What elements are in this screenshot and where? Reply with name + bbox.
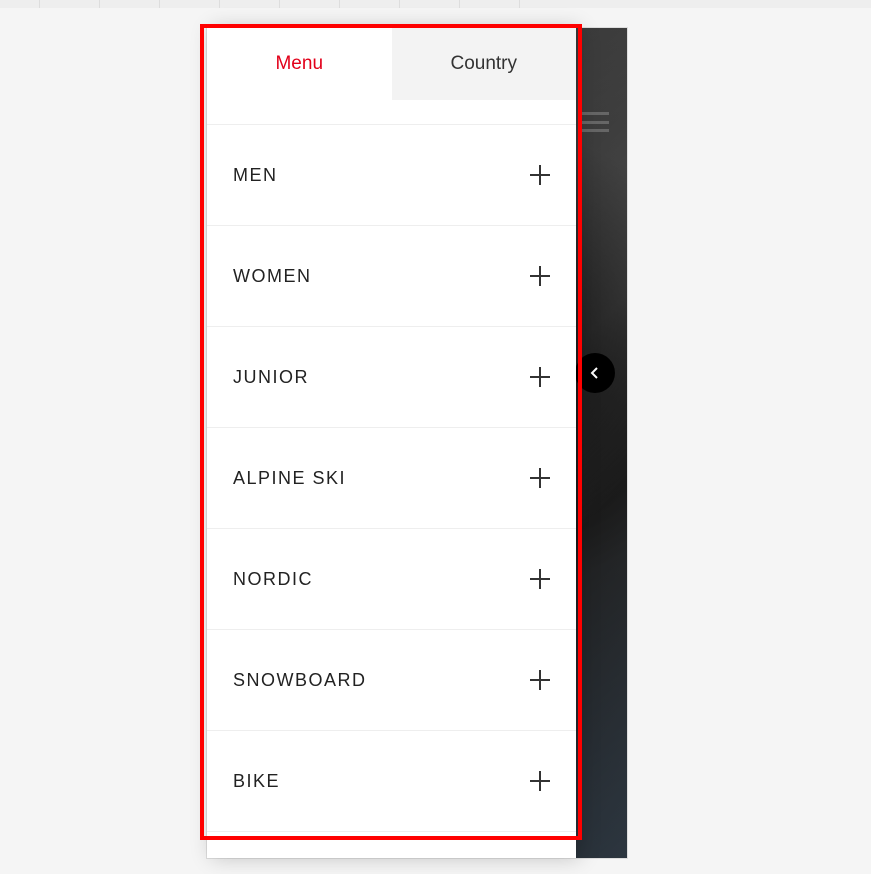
category-nordic[interactable]: NORDIC [207, 529, 576, 630]
category-men[interactable]: MEN [207, 125, 576, 226]
ruler-strip [0, 0, 871, 8]
category-label: ALPINE SKI [233, 468, 346, 489]
drawer-tabs: Menu Country [207, 28, 576, 100]
plus-icon [530, 771, 550, 791]
category-label: MEN [233, 165, 278, 186]
category-women[interactable]: WOMEN [207, 226, 576, 327]
plus-icon [530, 367, 550, 387]
category-label: JUNIOR [233, 367, 309, 388]
prev-slide-button[interactable] [575, 353, 615, 393]
category-junior[interactable]: JUNIOR [207, 327, 576, 428]
plus-icon [530, 266, 550, 286]
category-bike[interactable]: BIKE [207, 731, 576, 832]
mobile-viewport: Menu Country MEN WOMEN JUNIOR ALPINE SKI… [207, 28, 627, 858]
category-label: SNOWBOARD [233, 670, 367, 691]
tab-spacer [207, 100, 576, 125]
nav-drawer: Menu Country MEN WOMEN JUNIOR ALPINE SKI… [207, 28, 576, 858]
category-alpine-ski[interactable]: ALPINE SKI [207, 428, 576, 529]
tab-menu[interactable]: Menu [207, 28, 392, 100]
category-snowboard[interactable]: SNOWBOARD [207, 630, 576, 731]
plus-icon [530, 569, 550, 589]
tab-country[interactable]: Country [392, 28, 577, 100]
plus-icon [530, 670, 550, 690]
category-label: WOMEN [233, 266, 312, 287]
plus-icon [530, 165, 550, 185]
hamburger-icon[interactable] [581, 112, 609, 132]
plus-icon [530, 468, 550, 488]
category-label: BIKE [233, 771, 280, 792]
category-label: NORDIC [233, 569, 313, 590]
chevron-left-icon [590, 366, 600, 380]
